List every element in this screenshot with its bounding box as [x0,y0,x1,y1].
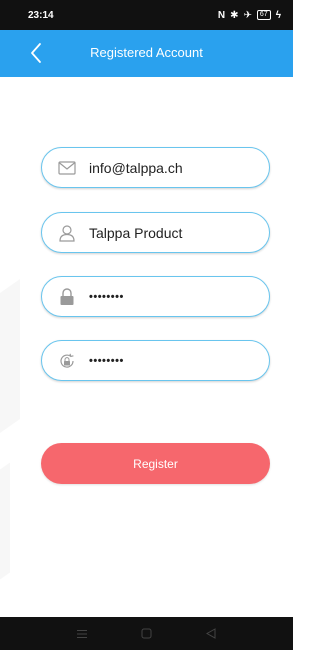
header-bar: Registered Account [0,30,293,77]
status-bar: 23:14 N ✱ ✈ 67 ϟ [0,0,293,30]
confirm-password-field[interactable]: •••••••• [41,340,270,381]
menu-icon [77,629,88,638]
system-nav-bar [0,617,293,650]
status-icons: N ✱ ✈ 67 ϟ [218,10,281,21]
background-decoration [0,278,20,462]
battery-icon: 67 [256,10,271,20]
triangle-back-icon [205,628,216,639]
menu-nav-button[interactable] [75,627,89,641]
lock-refresh-icon [57,351,77,371]
nfc-icon: N [217,9,226,21]
page-title: Registered Account [90,45,203,60]
password-value: •••••••• [89,290,124,303]
airplane-icon: ✈ [243,9,252,21]
charging-icon: ϟ [275,9,281,21]
username-field[interactable]: Talppa Product [41,212,270,253]
back-nav-button[interactable] [204,627,218,641]
envelope-icon [57,158,77,178]
email-field[interactable]: info@talppa.ch [41,147,270,188]
confirm-password-value: •••••••• [89,354,124,367]
lock-icon [57,287,77,307]
bluetooth-icon: ✱ [230,9,239,21]
username-value: Talppa Product [89,224,183,241]
status-time: 23:14 [28,9,54,21]
password-field[interactable]: •••••••• [41,276,270,317]
square-icon [141,628,152,639]
user-icon [57,223,77,243]
home-nav-button[interactable] [139,627,153,641]
background-decoration [0,462,10,608]
register-button[interactable]: Register [41,443,270,484]
email-value: info@talppa.ch [89,159,183,176]
